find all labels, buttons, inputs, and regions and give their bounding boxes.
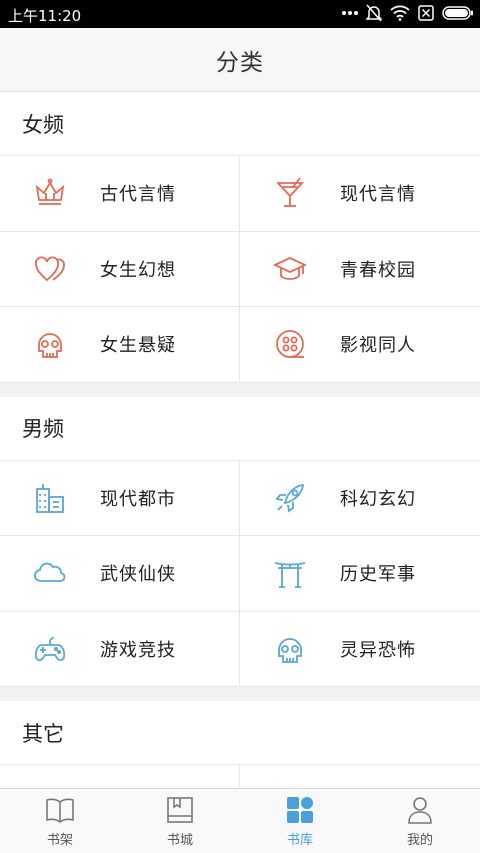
section-divider	[0, 687, 480, 701]
tab-label: 书城	[166, 832, 193, 848]
category-label: 女生幻想	[100, 259, 176, 281]
category-wuxia-xianxia[interactable]: 武侠仙侠	[0, 536, 240, 612]
status-bar: 上午11:20	[0, 0, 480, 28]
user-icon	[408, 796, 432, 824]
category-list[interactable]: 女频 古代言情 现代言情 女生幻想 青春校园 女生悬疑 影视同人 男频 现代都市…	[0, 92, 480, 788]
dots-icon	[342, 11, 358, 15]
category-label: 武侠仙侠	[100, 564, 176, 586]
gamepad-icon	[34, 636, 66, 661]
grid-icon	[287, 796, 313, 823]
category-label: 科幻玄幻	[340, 488, 416, 510]
category-cell-empty[interactable]	[240, 765, 480, 788]
tab-mine[interactable]: 我的	[360, 789, 480, 853]
category-nvsheng-huanxiang[interactable]: 女生幻想	[0, 231, 240, 307]
tab-bookstore[interactable]: 书城	[120, 789, 240, 853]
category-lishi-junshi[interactable]: 历史军事	[240, 536, 480, 612]
tab-label: 书架	[46, 832, 73, 848]
section-male: 男频 现代都市 科幻玄幻 武侠仙侠 历史军事 游戏竞技 灵异恐怖	[0, 396, 480, 687]
category-label: 历史军事	[340, 564, 416, 586]
page-title: 分类	[216, 49, 264, 76]
category-label: 影视同人	[340, 335, 416, 357]
category-nvsheng-xuanyi[interactable]: 女生悬疑	[0, 307, 240, 383]
tab-library[interactable]: 书库	[240, 789, 360, 853]
cloud-icon	[34, 562, 66, 583]
section-header: 女频	[0, 92, 480, 156]
section-divider	[0, 382, 480, 397]
category-label: 游戏竞技	[100, 639, 176, 661]
category-xiandai-dushi[interactable]: 现代都市	[0, 460, 240, 536]
category-lingyi-kongbu[interactable]: 灵异恐怖	[240, 611, 480, 687]
skull-icon	[38, 333, 62, 359]
skull-icon	[278, 637, 302, 663]
bottom-tab-bar: 书架 书城 书库 我的	[0, 788, 480, 853]
graduation-cap-icon	[273, 256, 307, 280]
tab-label: 书库	[286, 832, 313, 848]
bell-muted-icon	[366, 4, 382, 22]
section-header: 其它	[0, 701, 480, 765]
category-yingshi-tongren[interactable]: 影视同人	[240, 307, 480, 383]
section-header: 男频	[0, 397, 480, 461]
rocket-icon	[275, 483, 305, 513]
status-time: 上午11:20	[8, 7, 82, 25]
category-cell-empty[interactable]	[0, 765, 240, 788]
tab-bookshelf[interactable]: 书架	[0, 789, 120, 853]
category-youxi-jingji[interactable]: 游戏竞技	[0, 611, 240, 687]
category-kehuan-xuanhuan[interactable]: 科幻玄幻	[240, 460, 480, 536]
book-icon	[167, 796, 193, 823]
battery-icon	[442, 6, 473, 20]
section-female: 女频 古代言情 现代言情 女生幻想 青春校园 女生悬疑 影视同人	[0, 92, 480, 383]
category-label: 青春校园	[340, 259, 416, 281]
sim-icon	[418, 5, 434, 21]
category-label: 古代言情	[100, 184, 176, 206]
category-label: 现代都市	[100, 488, 176, 510]
buildings-icon	[36, 483, 64, 513]
gate-icon	[274, 562, 306, 589]
category-qingchun-xiaoyuan[interactable]: 青春校园	[240, 231, 480, 307]
cocktail-icon	[275, 177, 305, 208]
wifi-icon	[390, 5, 410, 21]
category-label: 现代言情	[340, 184, 416, 206]
film-reel-icon	[276, 330, 304, 359]
section-other: 其它	[0, 701, 480, 788]
open-book-icon	[46, 798, 74, 823]
tab-label: 我的	[406, 832, 433, 848]
category-label: 女生悬疑	[100, 335, 176, 357]
hearts-icon	[35, 256, 65, 281]
category-label: 灵异恐怖	[340, 639, 416, 661]
category-xiandai-yanqing[interactable]: 现代言情	[240, 156, 480, 232]
crown-icon	[35, 178, 65, 206]
category-gudai-yanqing[interactable]: 古代言情	[0, 156, 240, 232]
title-bar: 分类	[0, 28, 480, 92]
